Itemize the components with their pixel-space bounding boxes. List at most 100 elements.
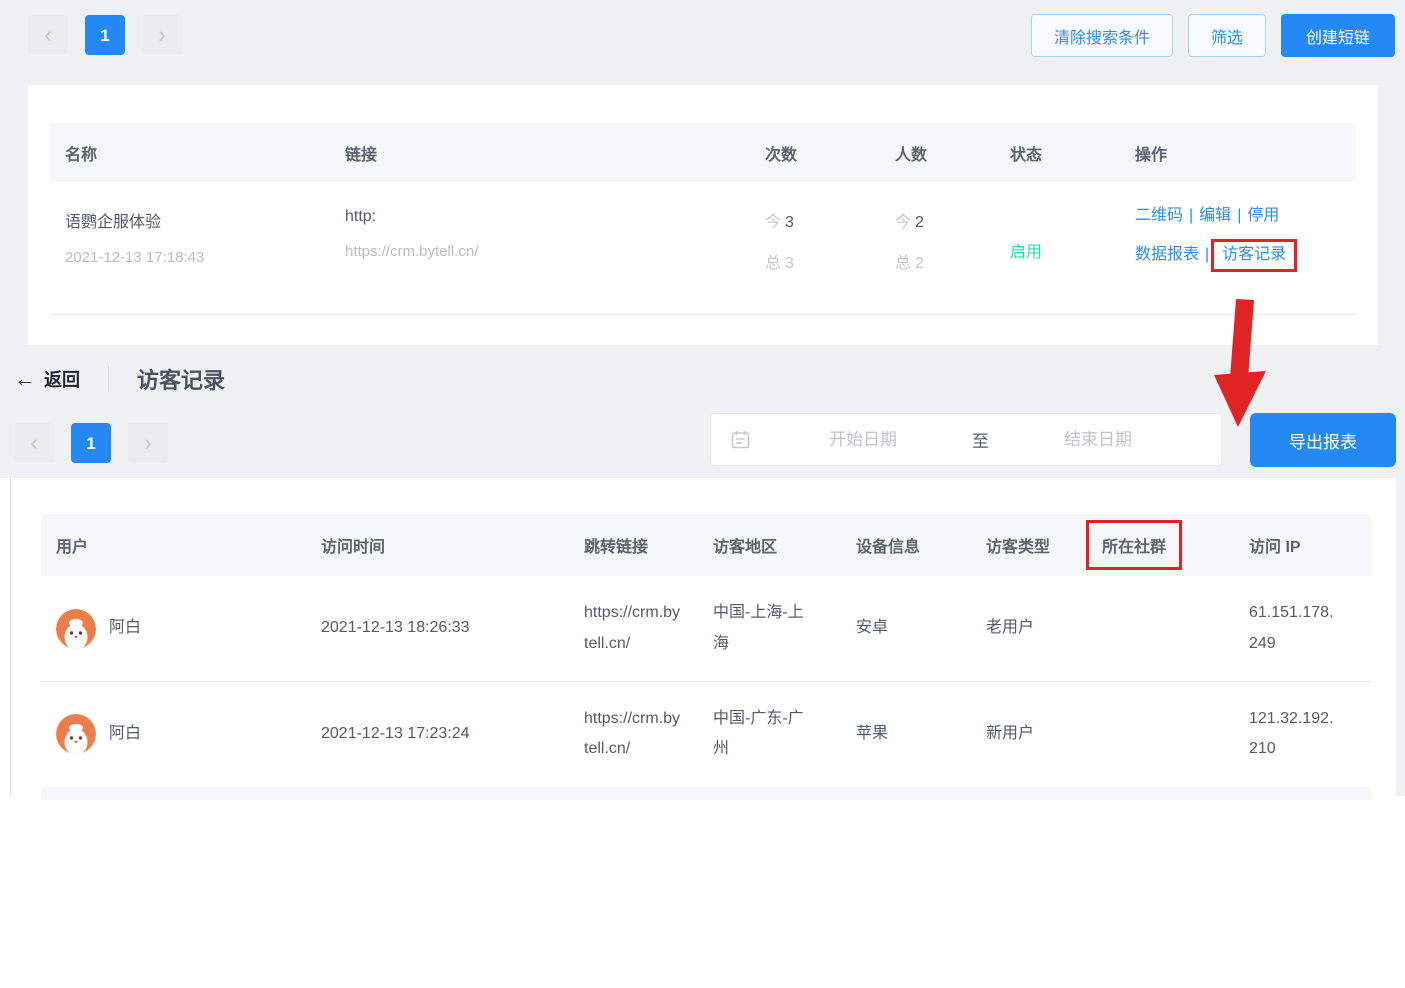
col-visit-time: 访问时间	[306, 533, 571, 557]
divider: |	[1189, 207, 1193, 224]
times-cell: 今3 总3	[740, 182, 865, 314]
date-range-separator: 至	[966, 427, 995, 452]
link-cell: http: https://crm.bytell.cn/	[330, 182, 740, 314]
col-region: 访客地区	[701, 533, 841, 557]
detail-header: ← 返回 访客记录	[14, 363, 225, 395]
total-label: 总	[765, 255, 781, 272]
col-name: 名称	[50, 141, 330, 165]
short-link-table-card: 名称 链接 次数 人数 状态 操作 语鹦企服体验 2021-12-13 17:1…	[28, 85, 1378, 345]
table-row: 阿白 2021-12-13 18:26:33 https://crm.bytel…	[41, 576, 1371, 681]
start-date-input[interactable]	[760, 430, 966, 450]
short-link-target-url: https://crm.bytell.cn/	[345, 243, 740, 260]
status-badge: 启用	[1010, 244, 1042, 261]
col-jump-link: 跳转链接	[571, 533, 701, 557]
col-link: 链接	[330, 141, 740, 165]
col-community: 所在社群	[1086, 520, 1231, 570]
col-operations: 操作	[1110, 141, 1356, 165]
visitor-table-header: 用户 访问时间 跳转链接 访客地区 设备信息 访客类型 所在社群 访问 IP	[41, 514, 1371, 576]
visitor-name: 阿白	[109, 613, 141, 643]
col-device: 设备信息	[841, 533, 971, 557]
page-number-button[interactable]: 1	[71, 423, 111, 463]
col-visitor-type: 访客类型	[971, 533, 1086, 557]
page-number-button[interactable]: 1	[85, 15, 125, 55]
chevron-left-icon: ‹	[44, 24, 51, 46]
divider: |	[1205, 246, 1209, 263]
end-date-input[interactable]	[995, 430, 1201, 450]
prev-page-button[interactable]: ‹	[14, 423, 54, 463]
community-header-label: 所在社群	[1102, 539, 1166, 556]
short-link-protocol: http:	[345, 208, 740, 226]
name-cell: 语鹦企服体验 2021-12-13 17:18:43	[50, 182, 330, 314]
toolbar-actions: 清除搜索条件 筛选 创建短链	[985, 14, 1395, 57]
disable-link[interactable]: 停用	[1247, 207, 1279, 224]
divider: |	[1237, 207, 1241, 224]
today-label: 今	[895, 214, 911, 231]
prev-page-button[interactable]: ‹	[28, 15, 68, 55]
date-range-picker[interactable]: 至	[710, 413, 1222, 466]
user-cell: 阿白	[41, 714, 306, 754]
region-cell: 中国-上海-上海	[701, 598, 841, 659]
clear-search-button[interactable]: 清除搜索条件	[1031, 14, 1173, 57]
header-divider	[108, 366, 109, 392]
visit-time-cell: 2021-12-13 17:23:24	[306, 719, 571, 749]
visitor-type-cell: 新用户	[971, 719, 1086, 749]
today-label: 今	[765, 214, 781, 231]
jump-link-cell: https://crm.bytell.cn/	[571, 598, 701, 659]
visitor-type-cell: 老用户	[971, 613, 1086, 643]
visitor-records-link[interactable]: 访客记录	[1222, 246, 1286, 263]
create-short-link-button[interactable]: 创建短链	[1281, 14, 1395, 57]
chevron-right-icon: ›	[144, 432, 151, 454]
short-link-name: 语鹦企服体验	[65, 208, 330, 232]
device-cell: 安卓	[841, 613, 971, 643]
chevron-left-icon: ‹	[30, 432, 37, 454]
people-cell: 今2 总2	[865, 182, 990, 314]
next-page-button[interactable]: ›	[128, 423, 168, 463]
edit-link[interactable]: 编辑	[1199, 207, 1231, 224]
times-total-value: 3	[785, 255, 794, 272]
col-status: 状态	[990, 141, 1110, 165]
total-label: 总	[895, 255, 911, 272]
back-button[interactable]: ← 返回	[14, 366, 80, 392]
red-highlight-box: 所在社群	[1086, 520, 1182, 570]
times-today-value: 3	[785, 214, 794, 231]
table-row-partial	[41, 787, 1371, 800]
region-cell: 中国-广东-广州	[701, 704, 841, 765]
short-link-table-header: 名称 链接 次数 人数 状态 操作	[50, 123, 1356, 182]
red-arrow-annotation	[1206, 299, 1272, 431]
page-title: 访客记录	[137, 363, 225, 395]
filter-button[interactable]: 筛选	[1188, 14, 1266, 57]
col-visit-ip: 访问 IP	[1231, 533, 1371, 557]
avatar	[56, 609, 96, 649]
pagination-detail: ‹ 1 ›	[14, 423, 168, 463]
short-link-created-at: 2021-12-13 17:18:43	[65, 249, 330, 266]
qrcode-link[interactable]: 二维码	[1135, 207, 1183, 224]
pagination-top: ‹ 1 ›	[28, 15, 182, 55]
col-user: 用户	[41, 533, 306, 557]
table-row: 阿白 2021-12-13 17:23:24 https://crm.bytel…	[41, 681, 1371, 786]
calendar-icon	[731, 430, 750, 449]
red-highlight-box: 访客记录	[1211, 239, 1297, 272]
jump-link-cell: https://crm.bytell.cn/	[571, 704, 701, 765]
col-people: 人数	[865, 141, 990, 165]
visit-ip-cell: 61.151.178.249	[1231, 598, 1371, 659]
visit-time-cell: 2021-12-13 18:26:33	[306, 613, 571, 643]
status-cell: 启用	[990, 182, 1110, 314]
page: ‹ 1 › 清除搜索条件 筛选 创建短链 名称 链接 次数 人数 状态 操作 语…	[0, 0, 1405, 988]
visit-ip-cell: 121.32.192.210	[1231, 704, 1371, 765]
next-page-button[interactable]: ›	[142, 15, 182, 55]
operations-cell: 二维码 | 编辑 | 停用 数据报表 | 访客记录	[1110, 182, 1356, 314]
user-cell: 阿白	[41, 609, 306, 649]
chevron-right-icon: ›	[158, 24, 165, 46]
device-cell: 苹果	[841, 719, 971, 749]
people-total-value: 2	[915, 255, 924, 272]
back-arrow-icon: ←	[14, 368, 36, 390]
export-report-button[interactable]: 导出报表	[1250, 413, 1396, 467]
background-right-edge	[1396, 478, 1405, 796]
people-today-value: 2	[915, 214, 924, 231]
visitor-name: 阿白	[109, 719, 141, 749]
back-label: 返回	[44, 366, 80, 392]
col-times: 次数	[740, 141, 865, 165]
short-link-table-row: 语鹦企服体验 2021-12-13 17:18:43 http: https:/…	[50, 182, 1356, 315]
data-report-link[interactable]: 数据报表	[1135, 246, 1199, 263]
visitor-records-card: 用户 访问时间 跳转链接 访客地区 设备信息 访客类型 所在社群 访问 IP	[10, 478, 1396, 796]
